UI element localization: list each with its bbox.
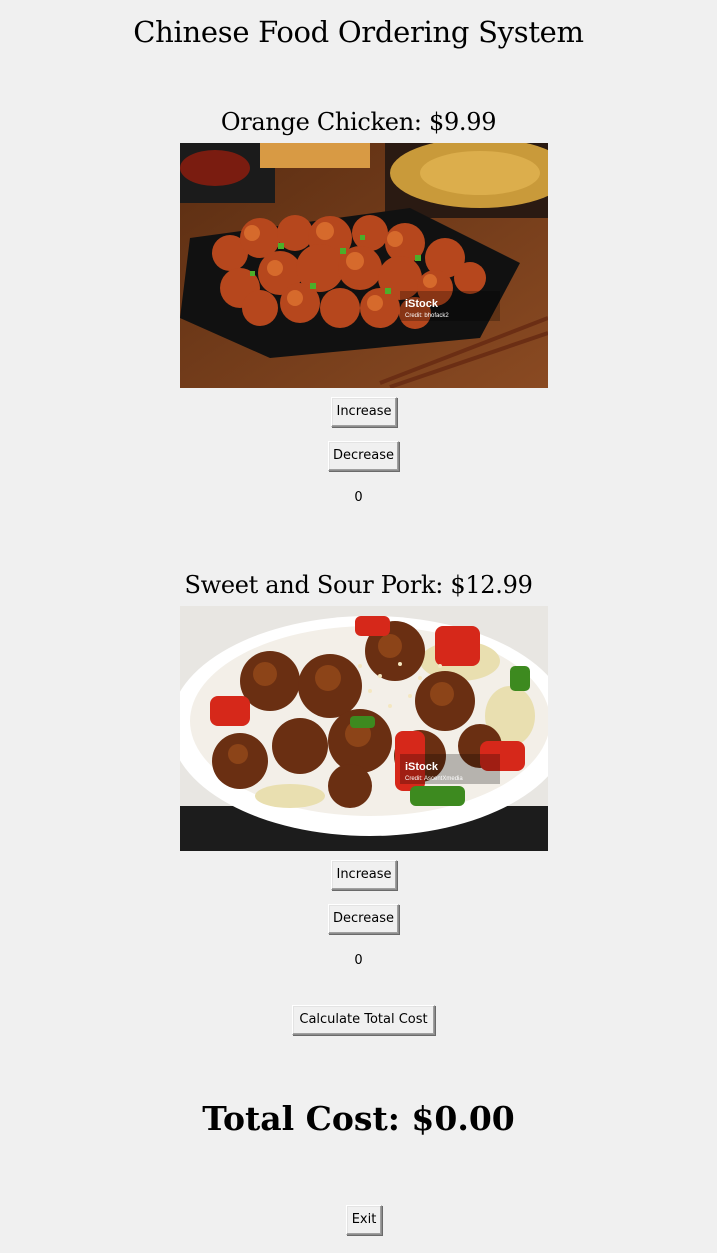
orange-chicken-quantity: 0 xyxy=(354,490,363,505)
decrease-sweet-and-sour-pork-button[interactable]: Decrease xyxy=(328,904,399,934)
istock-watermark: iStock xyxy=(405,761,439,773)
istock-watermark-credit: Credit: bhofack2 xyxy=(405,313,449,319)
istock-watermark-credit: Credit: AscentXmedia xyxy=(405,776,463,782)
sweet-and-sour-pork-image: iStock Credit: AscentXmedia xyxy=(180,606,548,851)
istock-watermark: iStock xyxy=(405,298,439,310)
calculate-total-button[interactable]: Calculate Total Cost xyxy=(292,1005,435,1035)
orange-chicken-image: iStock Credit: bhofack2 xyxy=(180,143,548,388)
exit-button[interactable]: Exit xyxy=(346,1205,382,1235)
increase-orange-chicken-button[interactable]: Increase xyxy=(331,397,397,427)
increase-sweet-and-sour-pork-button[interactable]: Increase xyxy=(331,860,397,890)
total-cost-label: Total Cost: $0.00 xyxy=(202,1099,515,1138)
item-heading-sweet-and-sour-pork: Sweet and Sour Pork: $12.99 xyxy=(184,571,533,599)
decrease-orange-chicken-button[interactable]: Decrease xyxy=(328,441,399,471)
page-title: Chinese Food Ordering System xyxy=(133,15,584,49)
sweet-and-sour-pork-quantity: 0 xyxy=(354,953,363,968)
item-heading-orange-chicken: Orange Chicken: $9.99 xyxy=(220,108,497,136)
